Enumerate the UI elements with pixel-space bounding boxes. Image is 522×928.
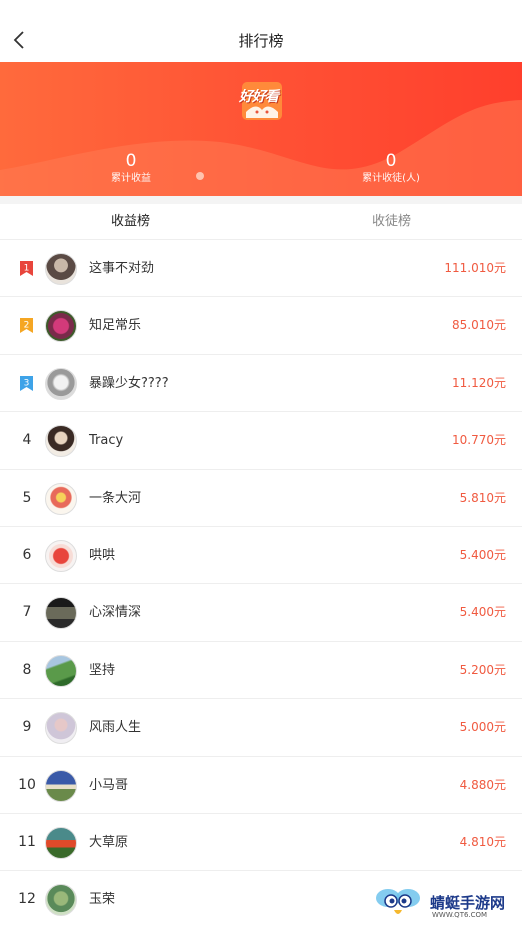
user-name: 坚持 <box>89 662 116 678</box>
ranking-row[interactable]: 10 小马哥 4.880元 <box>0 757 522 814</box>
rank-number: 12 <box>18 891 36 908</box>
avatar <box>45 482 77 515</box>
watermark-url: WWW.QT6.COM <box>432 911 488 919</box>
rank-number: 2 <box>24 321 30 331</box>
tab-apprentice-ranking[interactable]: 收徒榜 <box>261 204 522 240</box>
site-watermark: 蜻蜓手游网 WWW.QT6.COM <box>372 886 518 922</box>
earnings-amount: 85.010元 <box>452 318 506 333</box>
top-bar: 排行榜 <box>0 0 522 62</box>
user-name: Tracy <box>89 433 124 449</box>
total-apprentices-value: 0 <box>385 151 397 171</box>
ranking-row[interactable]: 11 大草原 4.810元 <box>0 814 522 872</box>
ranking-tabs: 收益榜 收徒榜 <box>0 204 522 240</box>
avatar <box>45 826 77 859</box>
page-title: 排行榜 <box>238 32 284 50</box>
earnings-amount: 4.880元 <box>459 777 506 792</box>
section-divider <box>0 196 522 204</box>
avatar <box>45 425 77 458</box>
ranking-row[interactable]: 4 Tracy 10.770元 <box>0 412 522 470</box>
avatar <box>45 539 77 572</box>
ranking-row[interactable]: 9 风雨人生 5.000元 <box>0 699 522 757</box>
total-apprentices-stat: 0 累计收徒(人) <box>331 150 451 186</box>
earnings-amount: 4.810元 <box>459 834 506 849</box>
earnings-amount: 111.010元 <box>444 261 506 275</box>
user-name: 大草原 <box>89 834 129 850</box>
ranking-row[interactable]: 7 心深情深 5.400元 <box>0 584 522 642</box>
ranking-row[interactable]: 2 知足常乐 85.010元 <box>0 297 522 355</box>
earnings-amount: 5.400元 <box>459 605 506 620</box>
dragonfly-logo-icon <box>376 889 420 914</box>
user-name: 哄哄 <box>89 547 116 563</box>
user-name: 风雨人生 <box>89 720 142 736</box>
earnings-amount: 10.770元 <box>452 433 506 448</box>
rank-number: 1 <box>24 264 30 274</box>
avatar <box>45 769 77 802</box>
total-earnings-stat: 0 累计收益 <box>71 150 191 186</box>
avatar <box>45 712 77 745</box>
avatar <box>45 367 77 400</box>
avatar <box>45 884 77 917</box>
earnings-banner: 好好看 0 累计收益 0 累计收徒(人) <box>0 62 522 196</box>
user-name: 玉荣 <box>89 892 116 908</box>
ranking-list: 1 这事不对劲 111.010元 2 知足常乐 85.010元 3 暴躁少女??… <box>0 240 522 928</box>
ranking-row[interactable]: 3 暴躁少女???? 11.120元 <box>0 355 522 413</box>
ranking-row[interactable]: 8 坚持 5.200元 <box>0 642 522 700</box>
watermark-text: 蜻蜓手游网 <box>430 894 506 912</box>
rank-2-medal-icon: 2 <box>20 318 33 334</box>
avatar <box>45 654 77 687</box>
earnings-amount: 5.200元 <box>459 662 506 677</box>
avatar <box>45 310 77 343</box>
earnings-amount: 5.000元 <box>459 720 506 735</box>
avatar <box>45 597 77 630</box>
rank-number: 10 <box>18 776 36 793</box>
rank-number: 9 <box>22 719 32 736</box>
total-earnings-value: 0 <box>125 151 137 171</box>
rank-number: 8 <box>22 661 32 678</box>
user-name: 小马哥 <box>89 777 129 793</box>
avatar <box>45 253 77 285</box>
user-name: 这事不对劲 <box>89 261 155 276</box>
app-logo: 好好看 <box>236 74 288 122</box>
rank-number: 6 <box>22 546 32 563</box>
rank-number: 5 <box>22 489 32 506</box>
rank-1-medal-icon: 1 <box>20 261 33 276</box>
total-apprentices-label: 累计收徒(人) <box>362 173 420 184</box>
ranking-row[interactable]: 1 这事不对劲 111.010元 <box>0 240 522 298</box>
tab-earnings-ranking[interactable]: 收益榜 <box>0 204 261 240</box>
earnings-amount: 5.400元 <box>459 547 506 562</box>
user-name: 知足常乐 <box>89 318 142 334</box>
user-name: 一条大河 <box>89 490 142 506</box>
ranking-row[interactable]: 6 哄哄 5.400元 <box>0 527 522 585</box>
total-earnings-label: 累计收益 <box>111 173 151 184</box>
rank-number: 4 <box>22 432 32 449</box>
ranking-row[interactable]: 5 一条大河 5.810元 <box>0 470 522 527</box>
rank-number: 3 <box>24 378 30 388</box>
earnings-amount: 5.810元 <box>459 490 506 505</box>
user-name: 暴躁少女???? <box>89 375 169 391</box>
app-logo-text: 好好看 <box>239 89 279 105</box>
rank-number: 7 <box>22 604 32 621</box>
rank-number: 11 <box>18 833 36 850</box>
user-name: 心深情深 <box>89 605 142 621</box>
rank-3-medal-icon: 3 <box>20 375 33 391</box>
earnings-amount: 11.120元 <box>452 375 506 390</box>
